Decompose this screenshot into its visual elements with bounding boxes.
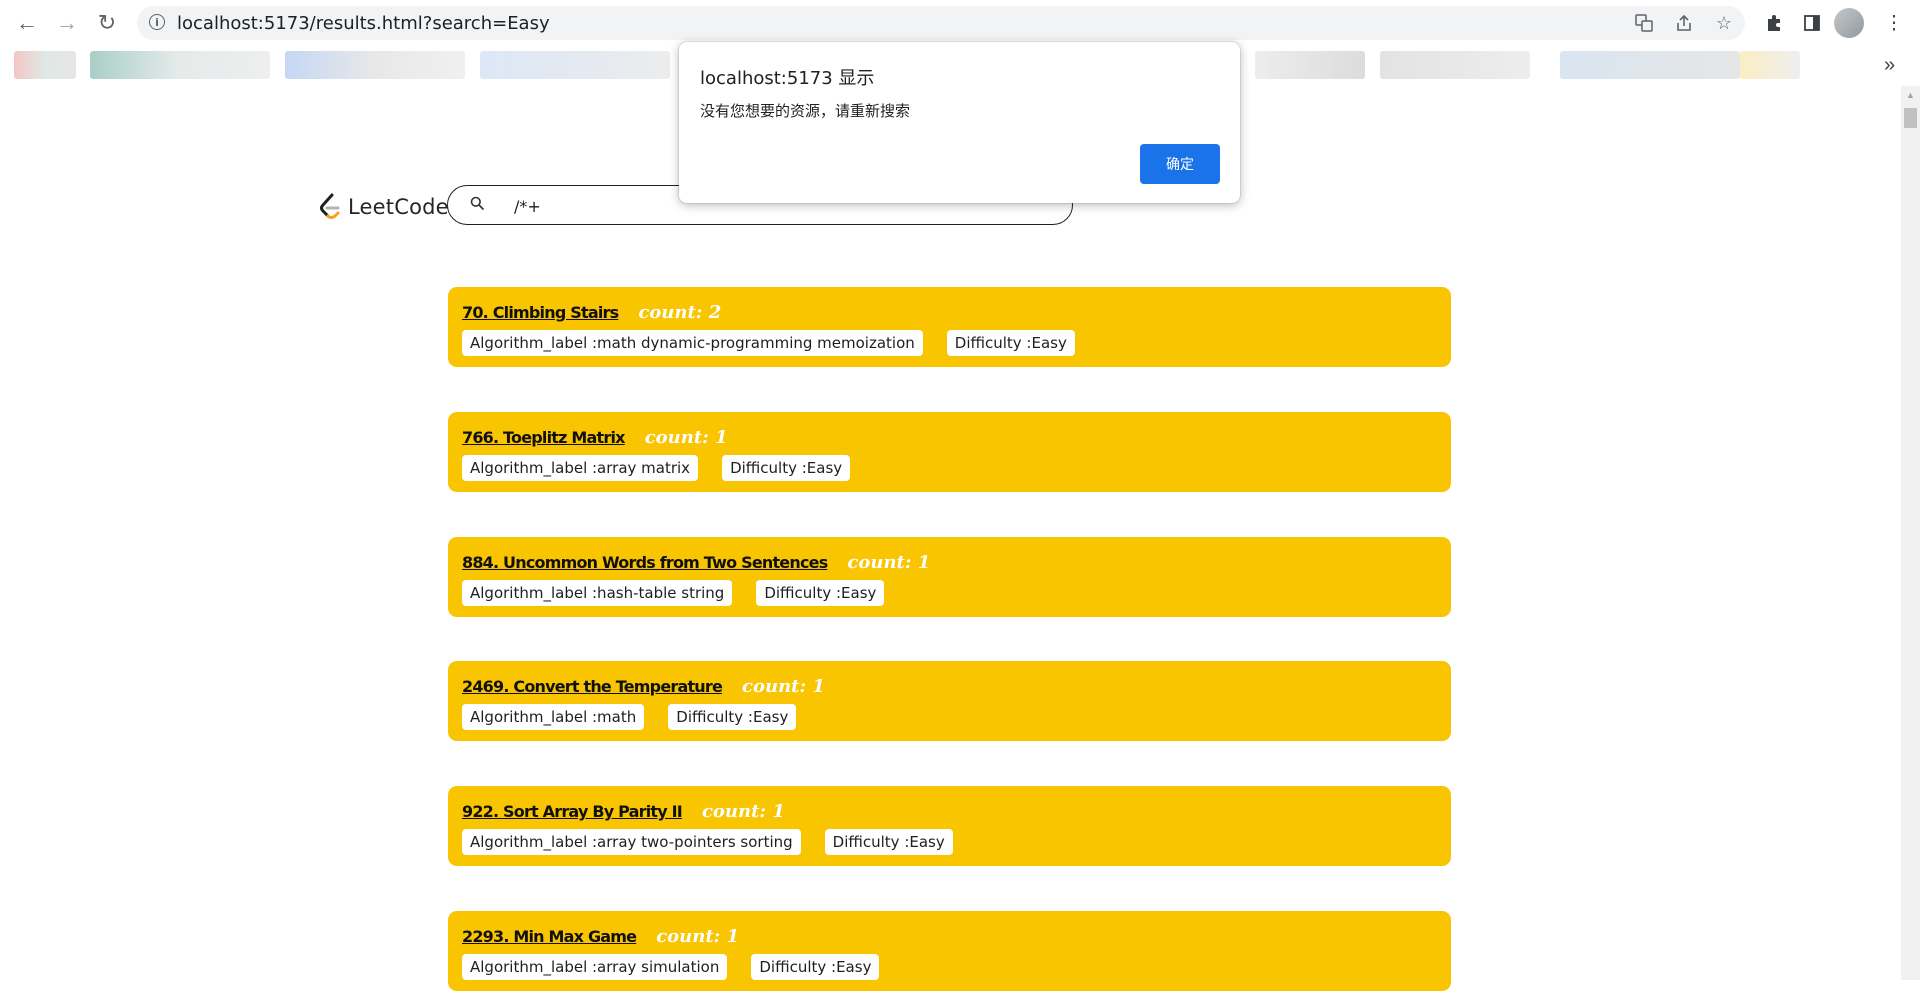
result-card: 884. Uncommon Words from Two Sentences c…: [448, 537, 1451, 617]
logo-text: LeetCode: [348, 195, 449, 219]
page-scrollbar[interactable]: ▲: [1901, 86, 1920, 980]
bookmark-item[interactable]: [285, 51, 465, 79]
result-card: 922. Sort Array By Parity II count: 1 Al…: [448, 786, 1451, 866]
problem-count: count: 1: [701, 801, 785, 822]
site-info-icon[interactable]: i: [149, 14, 165, 30]
browser-toolbar: ← → ↻ i localhost:5173/results.html?sear…: [0, 0, 1920, 47]
result-card: 766. Toeplitz Matrix count: 1 Algorithm_…: [448, 412, 1451, 492]
problem-count: count: 1: [847, 552, 931, 573]
bookmark-item[interactable]: [1560, 51, 1740, 79]
result-card: 2293. Min Max Game count: 1 Algorithm_la…: [448, 911, 1451, 991]
difficulty-tag: Difficulty :Easy: [668, 704, 797, 730]
address-bar[interactable]: i localhost:5173/results.html?search=Eas…: [137, 6, 1745, 40]
problem-title-link[interactable]: 922. Sort Array By Parity II: [462, 802, 683, 821]
scroll-up-arrow-icon[interactable]: ▲: [1906, 90, 1915, 100]
translate-icon[interactable]: [1633, 12, 1655, 34]
leetcode-logo[interactable]: LeetCode: [318, 190, 449, 224]
leetcode-logo-icon: [320, 193, 340, 219]
bookmark-item[interactable]: [14, 51, 76, 79]
address-url[interactable]: localhost:5173/results.html?search=Easy: [177, 13, 550, 34]
problem-title-link[interactable]: 2293. Min Max Game: [462, 927, 637, 946]
bookmark-star-icon[interactable]: ☆: [1713, 12, 1735, 34]
alert-dialog: localhost:5173 显示 没有您想要的资源，请重新搜索 确定: [679, 42, 1240, 203]
dialog-title: localhost:5173 显示: [700, 68, 875, 89]
search-icon[interactable]: [470, 196, 484, 210]
bookmarks-more-icon[interactable]: »: [1884, 54, 1895, 77]
algorithm-label-tag: Algorithm_label :math dynamic-programmin…: [462, 330, 923, 356]
algorithm-label-tag: Algorithm_label :array two-pointers sort…: [462, 829, 801, 855]
result-card: 70. Climbing Stairs count: 2 Algorithm_l…: [448, 287, 1451, 367]
reload-icon[interactable]: ↻: [90, 8, 124, 38]
dialog-message: 没有您想要的资源，请重新搜索: [700, 102, 911, 120]
bookmark-item[interactable]: [1255, 51, 1365, 79]
problem-title-link[interactable]: 2469. Convert the Temperature: [462, 677, 723, 696]
result-card: 2469. Convert the Temperature count: 1 A…: [448, 661, 1451, 741]
bookmark-item[interactable]: [90, 51, 270, 79]
problem-title-link[interactable]: 766. Toeplitz Matrix: [462, 428, 626, 447]
algorithm-label-tag: Algorithm_label :math: [462, 704, 645, 730]
extensions-icon[interactable]: [1762, 11, 1786, 35]
problem-title-link[interactable]: 70. Climbing Stairs: [462, 303, 619, 322]
forward-icon[interactable]: →: [50, 8, 84, 38]
difficulty-tag: Difficulty :Easy: [824, 829, 953, 855]
algorithm-label-tag: Algorithm_label :array matrix: [462, 455, 699, 481]
problem-count: count: 1: [644, 427, 728, 448]
back-icon[interactable]: ←: [10, 8, 44, 38]
menu-kebab-icon[interactable]: ⋮: [1882, 11, 1906, 35]
side-panel-icon[interactable]: [1800, 11, 1824, 35]
problem-count: count: 2: [638, 302, 722, 323]
problem-count: count: 1: [742, 676, 825, 697]
problem-count: count: 1: [656, 926, 740, 947]
algorithm-label-tag: Algorithm_label :hash-table string: [462, 580, 733, 606]
bookmark-item[interactable]: [480, 51, 670, 79]
bookmark-item[interactable]: [1380, 51, 1530, 79]
scroll-thumb[interactable]: [1904, 108, 1917, 128]
profile-avatar[interactable]: [1834, 8, 1864, 38]
difficulty-tag: Difficulty :Easy: [756, 580, 885, 606]
algorithm-label-tag: Algorithm_label :array simulation: [462, 954, 728, 980]
ok-button[interactable]: 确定: [1140, 144, 1220, 184]
bookmark-item[interactable]: [1740, 51, 1800, 79]
difficulty-tag: Difficulty :Easy: [722, 455, 851, 481]
difficulty-tag: Difficulty :Easy: [751, 954, 880, 980]
share-icon[interactable]: [1673, 12, 1695, 34]
difficulty-tag: Difficulty :Easy: [946, 330, 1075, 356]
problem-title-link[interactable]: 884. Uncommon Words from Two Sentences: [462, 553, 828, 572]
